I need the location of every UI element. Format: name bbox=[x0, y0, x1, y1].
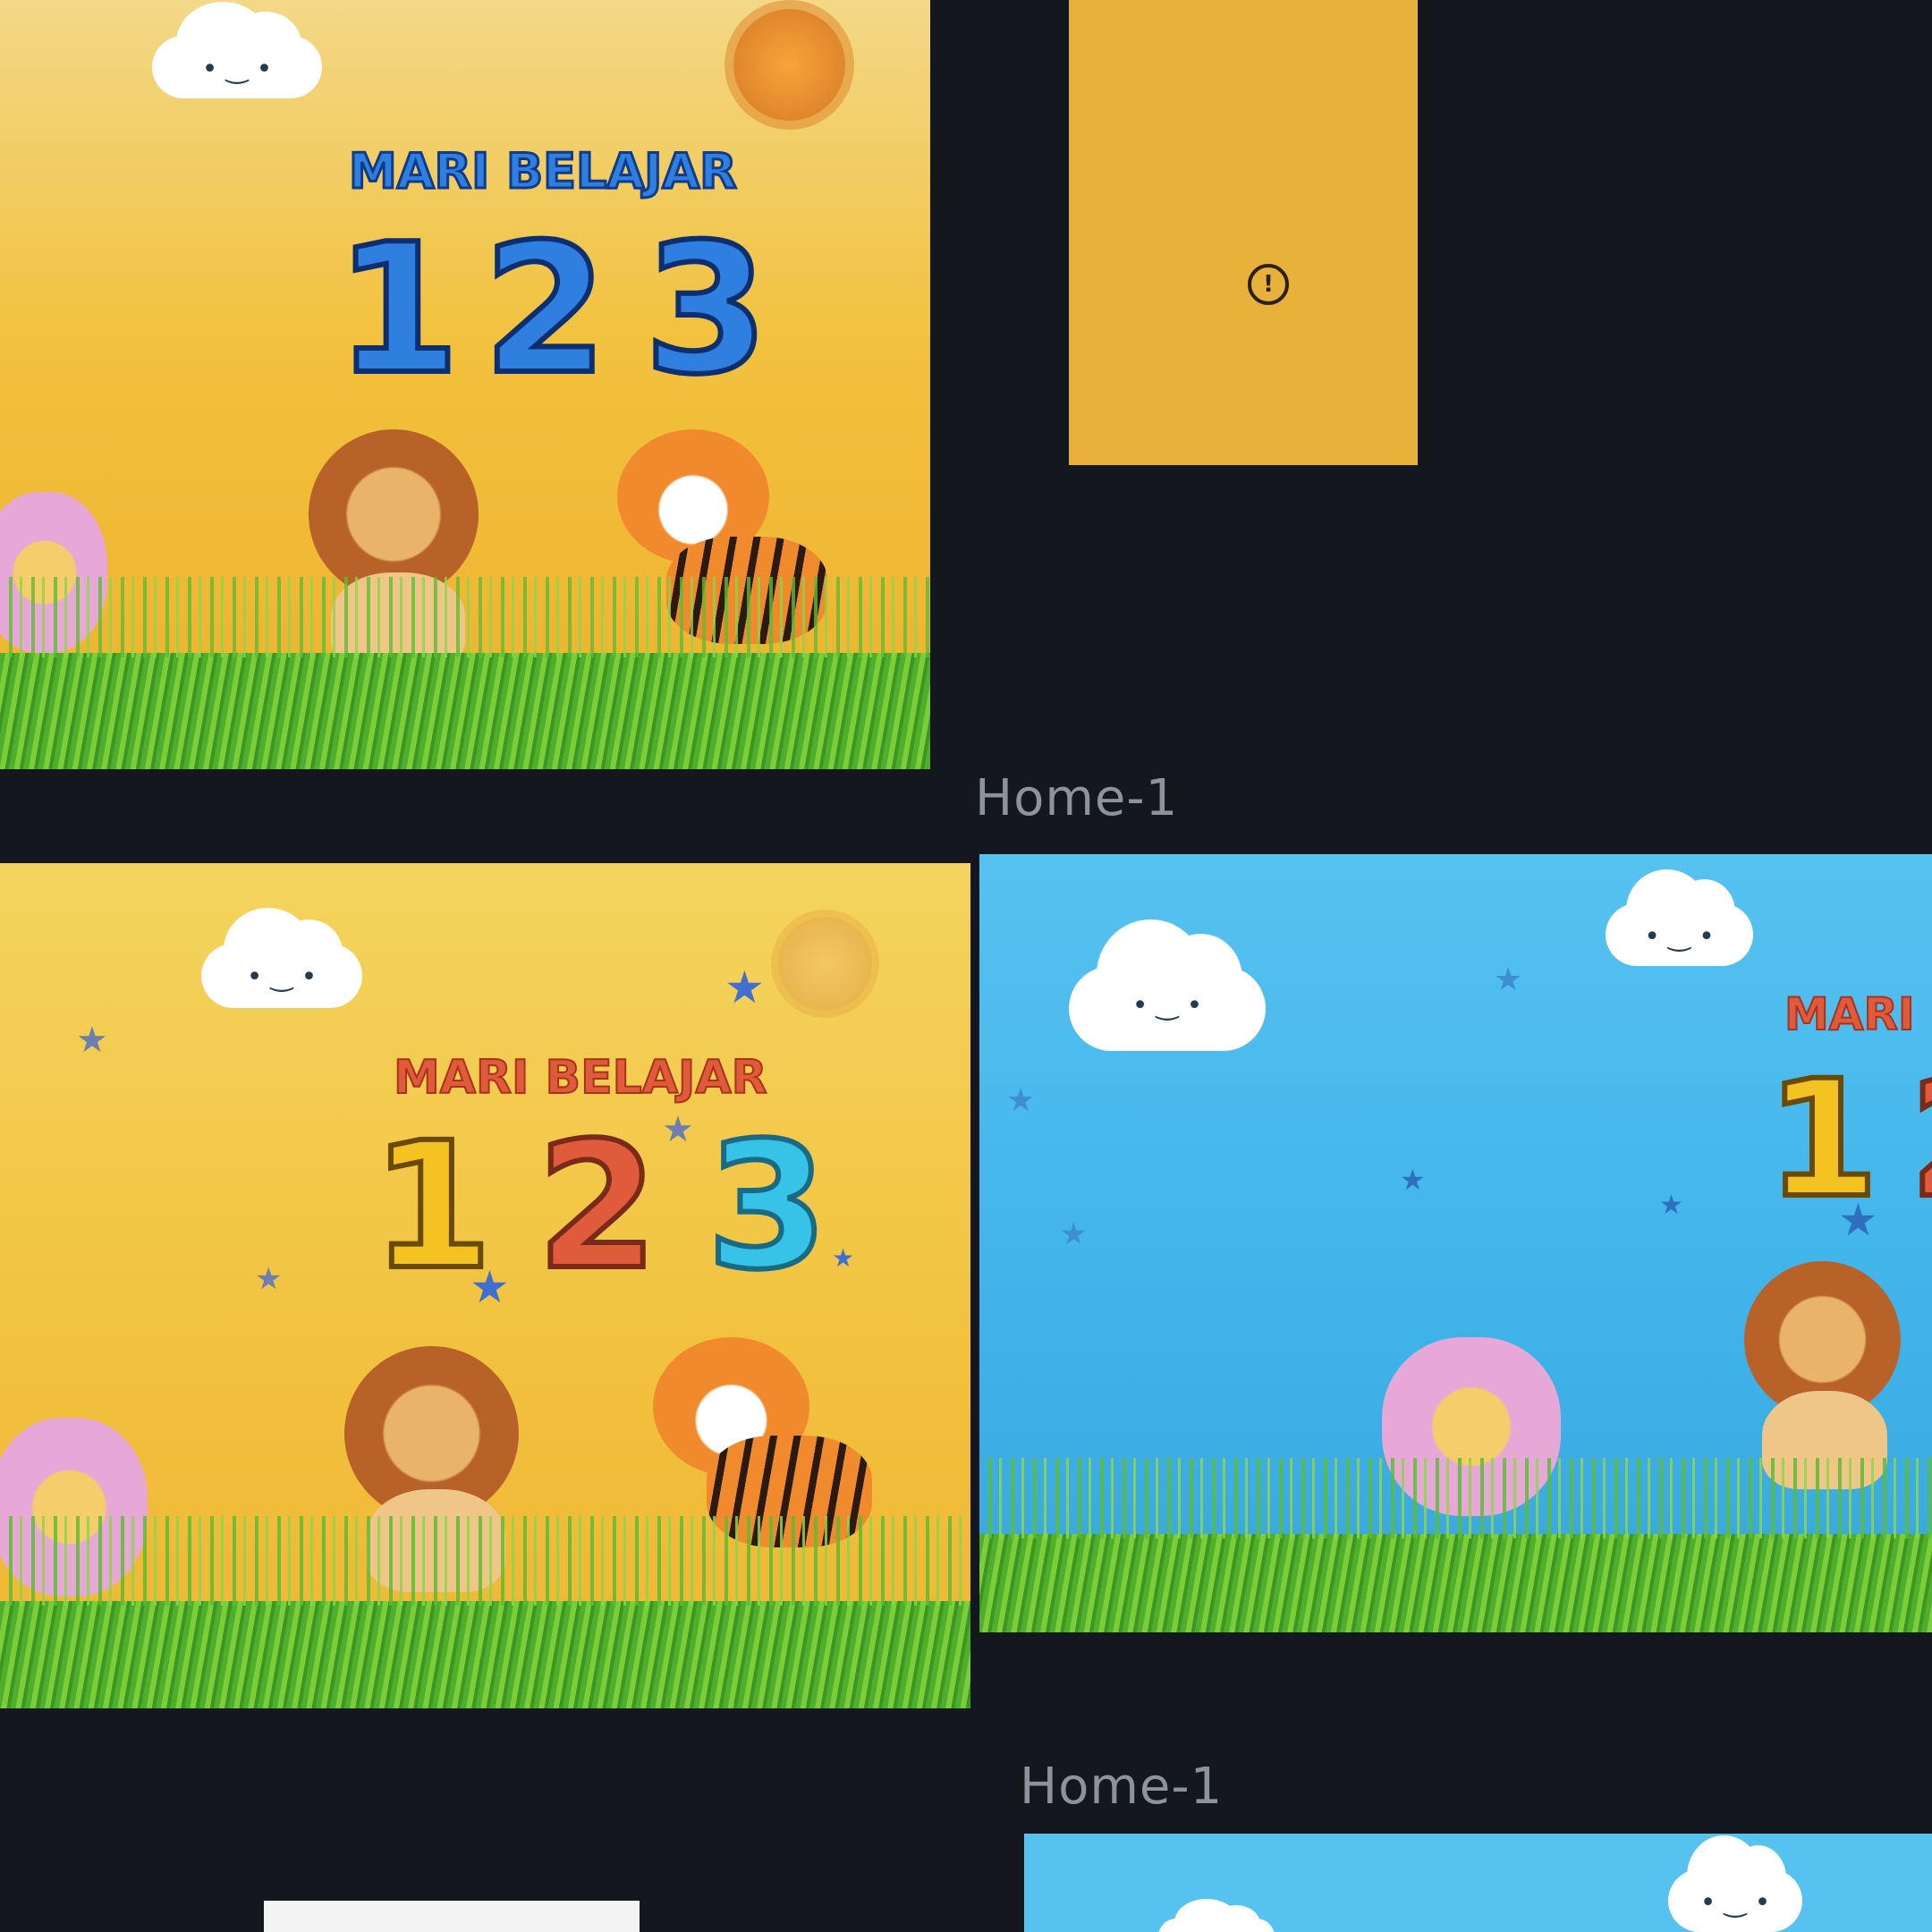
frame-home-blue-2[interactable]: • ‿ • bbox=[1024, 1834, 1932, 1932]
info-icon: ! bbox=[1248, 264, 1289, 305]
number-1: 1 bbox=[333, 203, 462, 417]
star-icon: ★ bbox=[724, 962, 765, 1013]
star-icon: ★ bbox=[76, 1020, 108, 1061]
number-1: 1 bbox=[369, 1102, 496, 1310]
grass-blades-illustration bbox=[0, 577, 930, 657]
star-icon: ★ bbox=[662, 1109, 694, 1150]
grass-illustration bbox=[0, 653, 930, 769]
frame-home-yellow-blue[interactable]: • ‿ • MARI BELAJAR 1 2 3 bbox=[0, 0, 930, 769]
star-icon: ★ bbox=[1659, 1190, 1683, 1221]
star-icon: ★ bbox=[1060, 1216, 1088, 1252]
sun-illustration bbox=[778, 917, 872, 1011]
cloud-illustration: • ‿ • bbox=[1606, 869, 1753, 966]
frame-home-yellow[interactable]: • ‿ • ★ ★ ★ ★ ★ ★ MARI BELAJAR 1 2 3 bbox=[0, 863, 970, 1708]
number-2: 2 bbox=[1907, 1044, 1932, 1236]
star-icon: ★ bbox=[1400, 1163, 1426, 1197]
cloud-illustration: • ‿ • bbox=[1069, 919, 1266, 1051]
number-2: 2 bbox=[534, 1102, 661, 1310]
canvas: { "frames": { "frame1": {"title": "MARI … bbox=[0, 0, 1932, 1932]
frame-home-blue[interactable]: • ‿ • • ‿ • ★ ★ ★ ★ ★ ★ MARI B 1 2 bbox=[979, 854, 1932, 1632]
grass-illustration bbox=[979, 1534, 1932, 1632]
number-2: 2 bbox=[480, 203, 610, 417]
star-icon: ★ bbox=[255, 1261, 283, 1297]
star-icon: ★ bbox=[1006, 1082, 1036, 1119]
number-3: 3 bbox=[704, 1102, 831, 1310]
frame-title: MARI B bbox=[1784, 987, 1932, 1041]
star-icon: ★ bbox=[1494, 962, 1523, 998]
frame-title: MARI BELAJAR bbox=[348, 142, 739, 201]
frame-label[interactable]: Home-1 bbox=[1020, 1758, 1223, 1816]
cloud-illustration: • ‿ • bbox=[152, 1, 322, 98]
frame-partial[interactable] bbox=[264, 1901, 640, 1932]
sun-illustration bbox=[733, 9, 845, 121]
frame-loading[interactable]: ! bbox=[1069, 0, 1418, 465]
grass-illustration bbox=[0, 1601, 970, 1708]
cloud-illustration bbox=[1158, 1899, 1275, 1932]
grass-blades-illustration bbox=[0, 1516, 970, 1606]
cloud-illustration: • ‿ • bbox=[1668, 1835, 1802, 1932]
number-3: 3 bbox=[641, 203, 771, 417]
number-1: 1 bbox=[1764, 1044, 1881, 1236]
cloud-illustration: • ‿ • bbox=[201, 908, 362, 1008]
frame-label[interactable]: Home-1 bbox=[975, 769, 1178, 827]
grass-blades-illustration bbox=[979, 1458, 1932, 1538]
star-icon: ★ bbox=[832, 1243, 855, 1273]
frame-title: MARI BELAJAR bbox=[393, 1050, 768, 1106]
